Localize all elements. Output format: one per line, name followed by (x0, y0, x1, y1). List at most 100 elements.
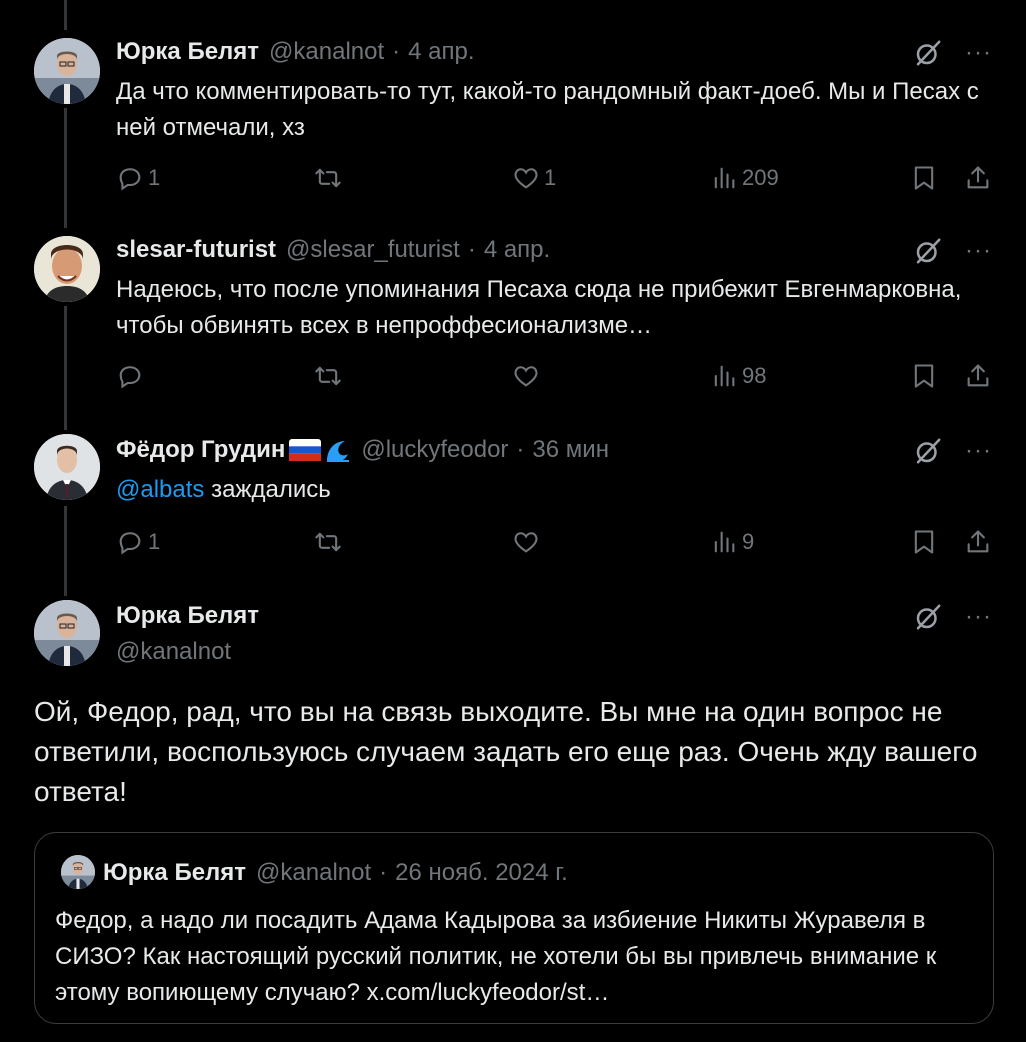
tweet-actions: 98 (116, 362, 996, 394)
timestamp[interactable]: 4 апр. (408, 38, 474, 66)
quoted-tweet-header: Юрка Белят @kanalnot · 26 нояб. 2024 г. (103, 859, 568, 887)
author-handle: @kanalnot (256, 859, 372, 886)
main-tweet-text: Ой, Федор, рад, что вы на связь выходите… (34, 696, 978, 807)
reply-count: 1 (148, 165, 161, 190)
timestamp[interactable]: 4 апр. (484, 236, 550, 264)
avatar (61, 855, 95, 889)
bookmark-icon (910, 164, 938, 192)
quoted-tweet-text: Федор, а надо ли посадить Адама Кадырова… (55, 907, 937, 1006)
reply-icon (116, 164, 144, 192)
thread-line (64, 108, 67, 228)
share-icon (964, 362, 992, 390)
tweet-top-icons: ··· (913, 236, 992, 266)
bookmark-button[interactable] (910, 528, 938, 556)
views-icon (710, 528, 738, 556)
tweet-actions: 1 9 (116, 528, 996, 560)
retweet-icon (314, 362, 342, 390)
author-name[interactable]: Юрка Белят (116, 602, 259, 630)
separator-dot: · (392, 38, 401, 65)
mention-link[interactable]: @albats (116, 476, 204, 503)
grok-icon[interactable] (913, 602, 943, 632)
retweet-button[interactable] (314, 362, 346, 390)
views-count: 98 (742, 363, 767, 388)
author-handle[interactable]: @slesar_futurist (286, 236, 460, 264)
tweet-top-icons: ··· (913, 38, 992, 68)
bookmark-icon (910, 362, 938, 390)
separator-dot: · (379, 859, 388, 886)
tweet-header: Фёдор Грудин @luckyfeodor · 36 мин (116, 436, 609, 464)
tweet-header: Юрка Белят @kanalnot · 4 апр. (116, 38, 475, 66)
avatar[interactable] (34, 38, 100, 104)
more-icon[interactable]: ··· (965, 437, 992, 465)
avatar[interactable] (34, 236, 100, 302)
tweet-header: slesar-futurist @slesar_futurist · 4 апр… (116, 236, 550, 264)
tweet-top-icons: ··· (913, 602, 992, 632)
thread-line (64, 306, 67, 430)
retweet-icon (314, 528, 342, 556)
tweet-text: Да что комментировать-то тут, какой-то р… (116, 78, 979, 141)
views-icon (710, 164, 738, 192)
tweet-text: Надеюсь, что после упоминания Песаха сюд… (116, 276, 962, 339)
thread-line (64, 0, 67, 30)
author-handle[interactable]: @kanalnot (116, 638, 231, 666)
tweet-actions: 1 1 209 (116, 164, 996, 196)
like-icon (512, 362, 540, 390)
views-button[interactable]: 209 (710, 164, 779, 192)
reply-icon (116, 528, 144, 556)
reply-icon (116, 362, 144, 390)
tweet-text-rest: заждались (204, 476, 331, 503)
tweet-header: Юрка Белят (116, 602, 259, 630)
bookmark-icon (910, 528, 938, 556)
author-name: Юрка Белят (103, 859, 247, 886)
bookmark-button[interactable] (910, 164, 938, 192)
views-button[interactable]: 9 (710, 528, 754, 556)
author-handle[interactable]: @kanalnot (269, 38, 384, 66)
bookmark-button[interactable] (910, 362, 938, 390)
russia-flag-icon (289, 439, 322, 461)
separator-dot: · (516, 436, 525, 463)
like-icon (512, 164, 540, 192)
retweet-button[interactable] (314, 164, 346, 192)
retweet-icon (314, 164, 342, 192)
retweet-button[interactable] (314, 528, 346, 556)
grok-icon[interactable] (913, 436, 943, 466)
more-icon[interactable]: ··· (965, 603, 992, 631)
author-name[interactable]: Фёдор Грудин (116, 436, 285, 464)
timestamp: 26 нояб. 2024 г. (395, 859, 568, 886)
wave-icon (327, 441, 350, 462)
avatar[interactable] (34, 434, 100, 500)
views-button[interactable]: 98 (710, 362, 766, 390)
grok-icon[interactable] (913, 38, 943, 68)
tweet-handle-row: @kanalnot (116, 638, 231, 666)
views-count: 209 (742, 165, 779, 190)
share-button[interactable] (964, 362, 992, 390)
more-icon[interactable]: ··· (965, 237, 992, 265)
share-button[interactable] (964, 164, 992, 192)
reply-button[interactable]: 1 (116, 164, 160, 192)
grok-icon[interactable] (913, 236, 943, 266)
reply-button[interactable]: 1 (116, 528, 160, 556)
author-name[interactable]: slesar-futurist (116, 236, 276, 264)
reply-button[interactable] (116, 362, 148, 390)
share-icon (964, 528, 992, 556)
quoted-tweet[interactable]: Юрка Белят @kanalnot · 26 нояб. 2024 г. … (34, 832, 994, 1024)
like-button[interactable] (512, 362, 544, 390)
views-count: 9 (742, 529, 755, 554)
like-button[interactable]: 1 (512, 164, 556, 192)
author-name[interactable]: Юрка Белят (116, 38, 259, 66)
author-handle[interactable]: @luckyfeodor (361, 436, 508, 464)
like-icon (512, 528, 540, 556)
timestamp[interactable]: 36 мин (532, 436, 609, 464)
views-icon (710, 362, 738, 390)
tweet-text: @albats заждались (116, 472, 996, 508)
share-button[interactable] (964, 528, 992, 556)
share-icon (964, 164, 992, 192)
reply-count: 1 (148, 529, 161, 554)
like-button[interactable] (512, 528, 544, 556)
more-icon[interactable]: ··· (965, 39, 992, 67)
avatar[interactable] (34, 600, 100, 666)
thread-line (64, 506, 67, 596)
tweet-top-icons: ··· (913, 436, 992, 466)
like-count: 1 (544, 165, 557, 190)
separator-dot: · (467, 236, 476, 263)
